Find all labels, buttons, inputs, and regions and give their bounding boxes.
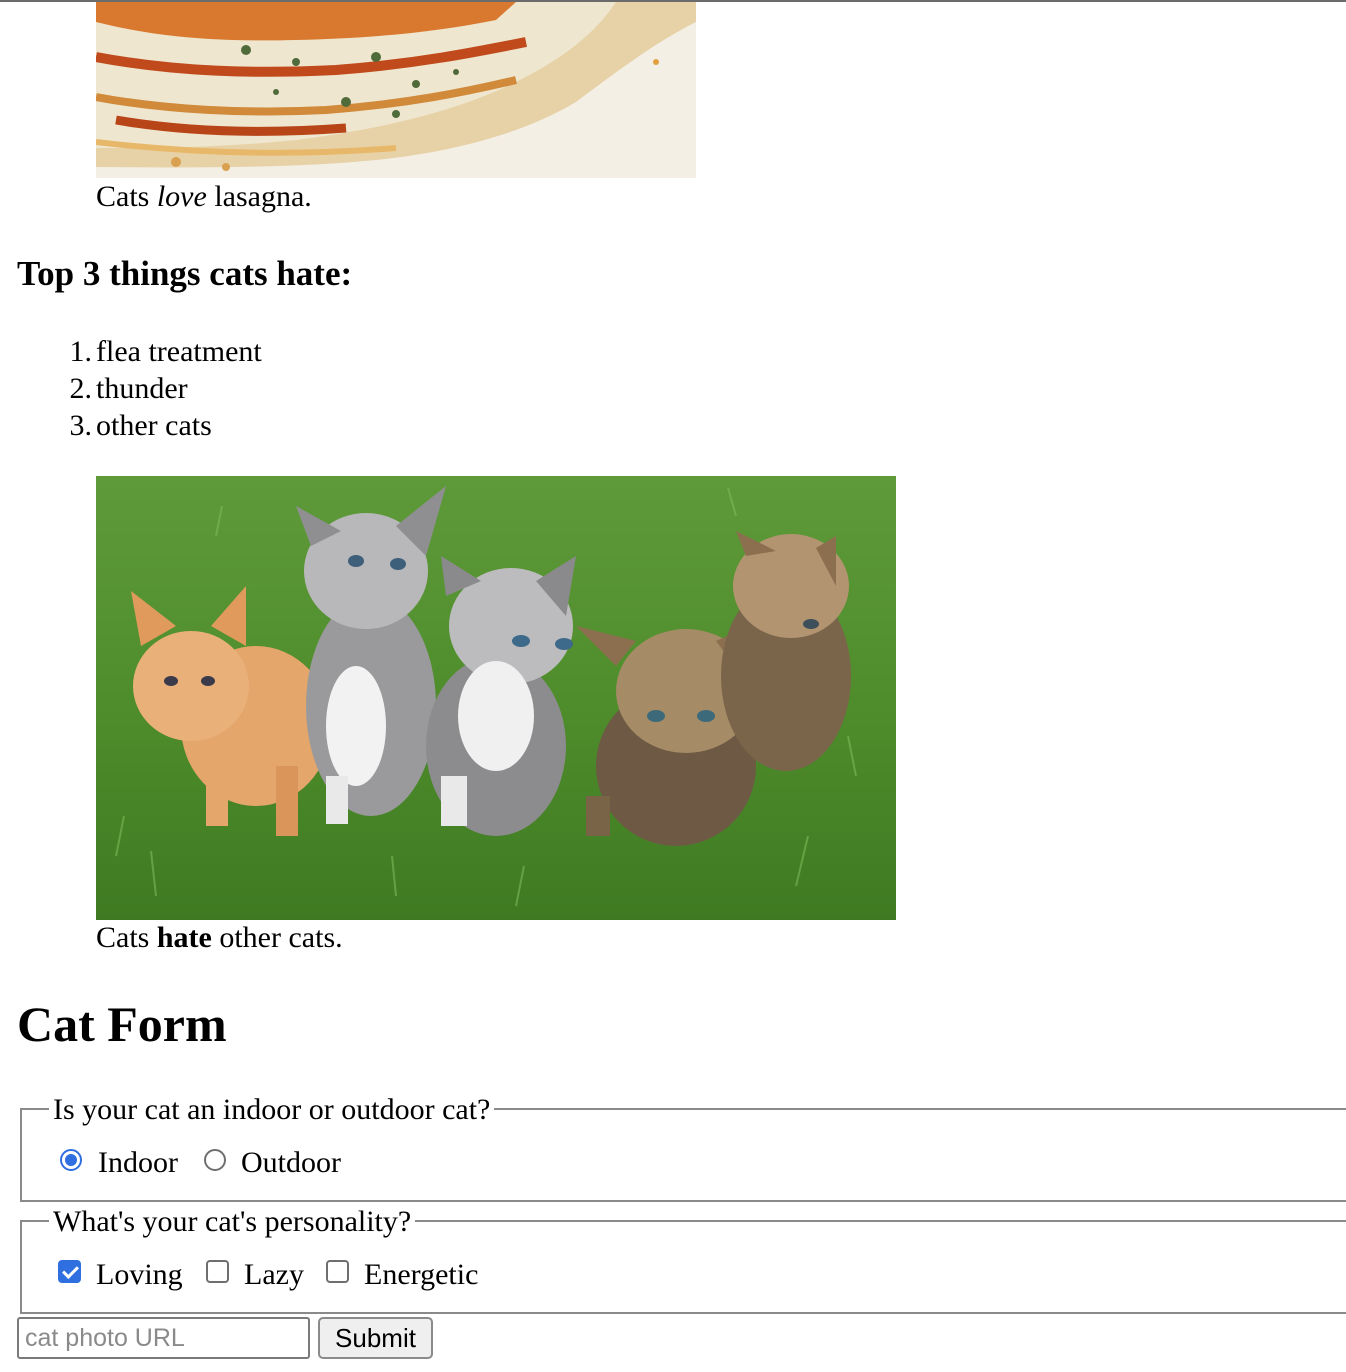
lazy-label[interactable]: Lazy (244, 1258, 304, 1292)
personality-fieldset: What's your cat's personality? Loving La… (20, 1205, 1346, 1314)
loving-checkbox[interactable] (58, 1260, 81, 1283)
list-item-number: 1. (69, 335, 93, 368)
list-item-text: thunder (96, 372, 188, 405)
outdoor-radio[interactable] (204, 1149, 226, 1171)
form-heading: Cat Form (17, 996, 227, 1052)
loving-label[interactable]: Loving (96, 1258, 183, 1292)
kittens-caption: Cats hate other cats. (96, 920, 343, 956)
submit-button[interactable]: Submit (318, 1317, 433, 1359)
list-item-number: 2. (69, 372, 93, 405)
personality-legend: What's your cat's personality? (49, 1205, 416, 1239)
lasagna-caption-before: Cats (96, 180, 157, 213)
energetic-checkbox[interactable] (326, 1260, 349, 1283)
lasagna-caption-em: love (156, 180, 207, 213)
lasagna-caption-after: lasagna. (206, 180, 312, 213)
list-item-text: other cats (96, 409, 212, 442)
cat-photo-url-input[interactable] (17, 1317, 310, 1359)
hates-heading: Top 3 things cats hate: (17, 254, 353, 293)
lasagna-image (96, 2, 696, 178)
indoor-outdoor-fieldset: Is your cat an indoor or outdoor cat? In… (20, 1093, 1346, 1202)
kittens-caption-before: Cats (96, 921, 157, 954)
indoor-label[interactable]: Indoor (98, 1146, 178, 1180)
list-item-text: flea treatment (96, 335, 262, 368)
lasagna-caption: Cats love lasagna. (96, 179, 312, 215)
list-item-number: 3. (69, 409, 93, 442)
kittens-caption-after: other cats. (211, 921, 343, 954)
energetic-label[interactable]: Energetic (364, 1258, 478, 1292)
outdoor-label[interactable]: Outdoor (241, 1146, 341, 1180)
indoor-radio[interactable] (60, 1149, 82, 1171)
kittens-image (96, 476, 896, 920)
lazy-checkbox[interactable] (206, 1260, 229, 1283)
indoor-outdoor-legend: Is your cat an indoor or outdoor cat? (49, 1093, 495, 1127)
kittens-caption-strong: hate (156, 921, 212, 954)
